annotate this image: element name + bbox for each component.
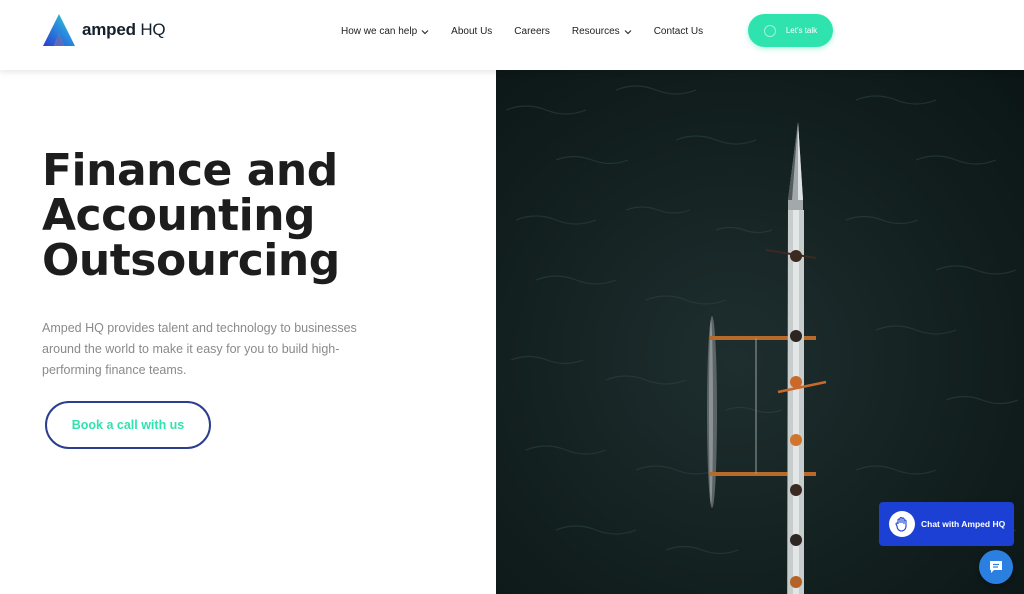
nav-item-how-we-can-help[interactable]: How we can help (341, 26, 429, 37)
chevron-down-icon (624, 29, 632, 34)
chat-launcher-button[interactable] (979, 550, 1013, 584)
logo-triangle-icon (43, 14, 75, 46)
wave-hand-icon (889, 511, 915, 537)
hero-description: Amped HQ provides talent and technology … (42, 321, 357, 377)
lets-talk-button[interactable]: Let's talk (748, 14, 833, 47)
chat-bubble-icon (990, 561, 1002, 573)
nav-item-about-us[interactable]: About Us (451, 26, 492, 37)
nav-item-contact-us[interactable]: Contact Us (654, 26, 703, 37)
nav-item-label: Careers (514, 26, 550, 37)
book-a-call-button[interactable]: Book a call with us (45, 401, 211, 449)
amped-hq-logo[interactable]: amped HQ (42, 13, 166, 47)
hero-title-line: Accounting (42, 190, 316, 241)
chat-with-amped-hq-button[interactable]: Chat with Amped HQ (879, 502, 1014, 546)
chevron-down-icon (421, 29, 429, 34)
logo-wordmark: amped HQ (82, 20, 166, 39)
nav-item-label: How we can help (341, 26, 418, 37)
hero-title-line: Finance and (42, 145, 338, 196)
nav-item-careers[interactable]: Careers (514, 26, 550, 37)
site-header: amped HQ How we can help About Us Career… (0, 0, 1024, 70)
nav-item-label: Resources (571, 26, 620, 37)
book-a-call-label: Book a call with us (71, 418, 185, 432)
nav-item-label: About Us (451, 26, 493, 37)
circle-icon (763, 24, 776, 37)
nav-item-label: Contact Us (653, 26, 704, 37)
nav-item-resources[interactable]: Resources (572, 26, 632, 37)
hero-title: Finance and Accounting Outsourcing (42, 148, 472, 283)
lets-talk-label: Let's talk (785, 26, 818, 35)
main-nav: How we can help About Us Careers Resourc… (341, 26, 703, 37)
chat-label: Chat with Amped HQ (921, 519, 1006, 529)
hero-title-line: Outsourcing (42, 235, 340, 286)
